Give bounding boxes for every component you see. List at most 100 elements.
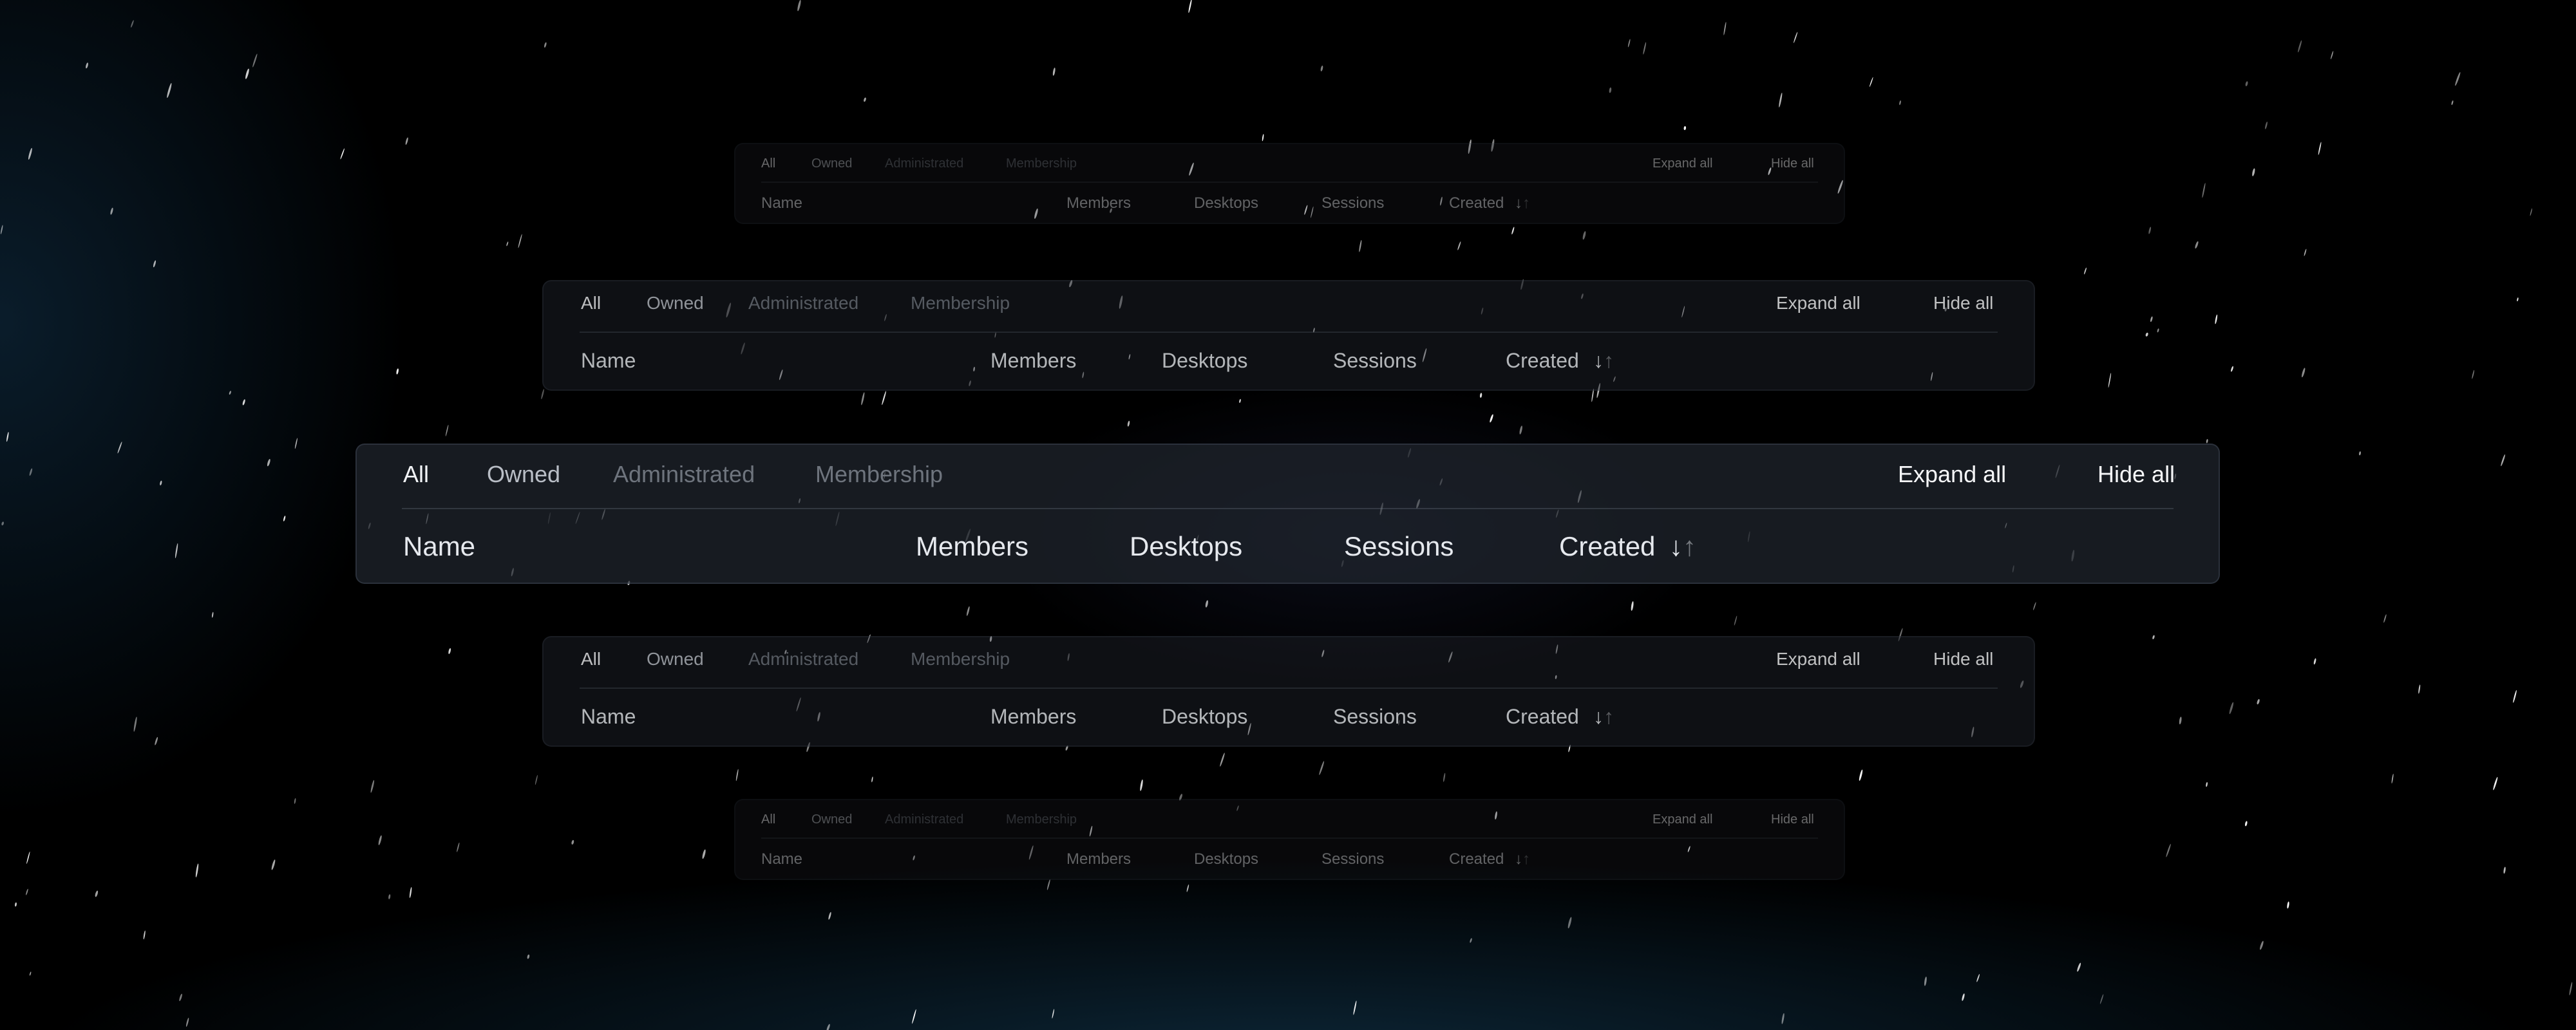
column-header-name[interactable]: Name <box>403 533 475 560</box>
star-particle <box>1781 1013 1785 1024</box>
tab-owned[interactable]: Owned <box>811 157 852 170</box>
tab-owned[interactable]: Owned <box>647 650 704 668</box>
column-header-name[interactable]: Name <box>761 852 802 867</box>
column-header-desktops[interactable]: Desktops <box>1130 533 1242 560</box>
star-particle <box>1220 753 1225 767</box>
expand-all-button[interactable]: Expand all <box>1776 294 1861 312</box>
star-particle <box>131 20 134 28</box>
column-header-sessions[interactable]: Sessions <box>1321 852 1384 867</box>
tab-all[interactable]: All <box>581 650 601 668</box>
star-particle <box>1962 993 1965 1001</box>
sort-arrows-icon[interactable]: ↓↑ <box>1593 350 1614 371</box>
star-particle <box>271 859 276 870</box>
star-particle <box>2215 314 2218 324</box>
column-header-members[interactable]: Members <box>1066 852 1131 867</box>
column-header-created[interactable]: Created <box>1449 196 1504 211</box>
star-particle <box>2304 248 2307 256</box>
column-header-desktops[interactable]: Desktops <box>1162 706 1247 727</box>
column-header-sessions[interactable]: Sessions <box>1333 706 1417 727</box>
tab-owned[interactable]: Owned <box>811 813 852 826</box>
expand-all-button[interactable]: Expand all <box>1776 650 1861 668</box>
star-particle <box>2206 782 2208 787</box>
star-particle <box>2099 994 2104 1004</box>
column-header-sessions[interactable]: Sessions <box>1321 196 1384 211</box>
star-particle <box>133 716 137 732</box>
tab-membership[interactable]: Membership <box>1006 157 1077 170</box>
star-particle <box>283 516 286 521</box>
hide-all-button[interactable]: Hide all <box>1771 813 1814 826</box>
star-particle <box>2318 142 2322 155</box>
star-particle <box>1490 414 1493 423</box>
star-particle <box>2418 684 2421 694</box>
expand-all-button[interactable]: Expand all <box>1653 157 1712 170</box>
column-header-desktops[interactable]: Desktops <box>1194 852 1258 867</box>
sort-arrows-icon[interactable]: ↓↑ <box>1515 852 1530 867</box>
tab-membership[interactable]: Membership <box>911 294 1010 312</box>
star-particle <box>535 774 538 785</box>
expand-all-button[interactable]: Expand all <box>1898 463 2006 486</box>
star-particle <box>1609 87 1612 93</box>
star-particle <box>797 0 801 12</box>
star-particle <box>2166 843 2171 857</box>
column-header-desktops[interactable]: Desktops <box>1162 350 1247 371</box>
star-particle <box>155 736 158 745</box>
sort-arrows-icon[interactable]: ↓↑ <box>1669 533 1696 560</box>
column-header-created[interactable]: Created <box>1506 706 1579 727</box>
star-particle <box>1 521 5 526</box>
tab-administrated[interactable]: Administrated <box>748 294 858 312</box>
column-header-created[interactable]: Created <box>1449 852 1504 867</box>
star-particle <box>229 391 231 395</box>
column-header-members[interactable]: Members <box>990 706 1076 727</box>
tab-all[interactable]: All <box>761 813 775 826</box>
tab-all[interactable]: All <box>761 157 775 170</box>
star-particle <box>828 912 831 920</box>
tab-administrated[interactable]: Administrated <box>885 157 963 170</box>
hide-all-button[interactable]: Hide all <box>2098 463 2175 486</box>
star-particle <box>267 458 270 467</box>
star-particle <box>26 851 30 864</box>
star-particle <box>26 888 28 895</box>
hide-all-button[interactable]: Hide all <box>1933 650 1993 668</box>
column-header-members[interactable]: Members <box>1066 196 1131 211</box>
tab-all[interactable]: All <box>403 463 429 486</box>
star-particle <box>29 971 32 976</box>
tab-administrated[interactable]: Administrated <box>885 813 963 826</box>
star-particle <box>2108 373 2112 388</box>
star-particle <box>1627 39 1631 48</box>
hide-all-button[interactable]: Hide all <box>1933 294 1993 312</box>
column-header-sessions[interactable]: Sessions <box>1333 350 1417 371</box>
tab-membership[interactable]: Membership <box>1006 813 1077 826</box>
column-header-members[interactable]: Members <box>990 350 1076 371</box>
star-particle <box>2150 316 2153 323</box>
column-header-created[interactable]: Created <box>1559 533 1655 560</box>
star-particle <box>1188 0 1192 14</box>
table-header-panel-main: All Owned Administrated Membership Expan… <box>355 444 2220 584</box>
tab-administrated[interactable]: Administrated <box>613 463 755 486</box>
tab-membership[interactable]: Membership <box>911 650 1010 668</box>
column-header-name[interactable]: Name <box>581 350 636 371</box>
column-header-created[interactable]: Created <box>1506 350 1579 371</box>
column-header-sessions[interactable]: Sessions <box>1344 533 1454 560</box>
tab-membership[interactable]: Membership <box>815 463 943 486</box>
star-particle <box>2231 366 2233 372</box>
star-particle <box>2493 776 2498 791</box>
sort-arrows-icon[interactable]: ↓↑ <box>1515 196 1530 211</box>
column-header-name[interactable]: Name <box>581 706 636 727</box>
star-particle <box>2206 438 2208 444</box>
star-particle <box>1899 100 1901 106</box>
star-particle <box>2517 297 2519 302</box>
star-particle <box>1519 426 1522 435</box>
sort-arrows-icon[interactable]: ↓↑ <box>1593 706 1614 727</box>
column-header-name[interactable]: Name <box>761 196 802 211</box>
column-header-members[interactable]: Members <box>916 533 1028 560</box>
column-header-desktops[interactable]: Desktops <box>1194 196 1258 211</box>
star-particle <box>2501 454 2505 467</box>
tab-administrated[interactable]: Administrated <box>748 650 858 668</box>
star-particle <box>86 62 88 69</box>
tab-owned[interactable]: Owned <box>487 463 560 486</box>
star-particle <box>2145 332 2148 337</box>
tab-owned[interactable]: Owned <box>647 294 704 312</box>
hide-all-button[interactable]: Hide all <box>1771 157 1814 170</box>
expand-all-button[interactable]: Expand all <box>1653 813 1712 826</box>
tab-all[interactable]: All <box>581 294 601 312</box>
